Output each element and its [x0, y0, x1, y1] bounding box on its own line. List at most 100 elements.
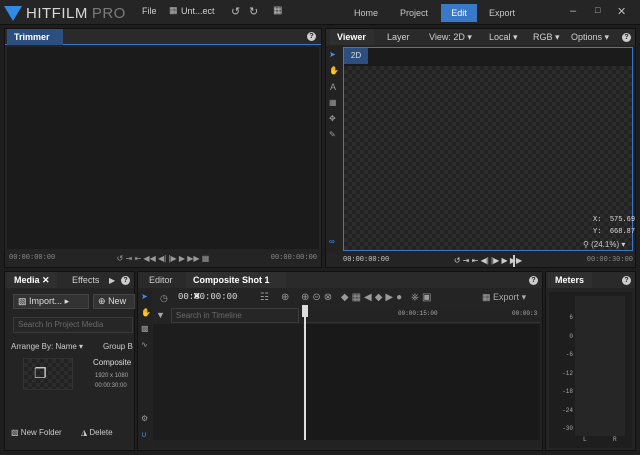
add-icon[interactable]: ⊕	[281, 292, 289, 303]
playhead-marker[interactable]	[513, 255, 515, 267]
tab-home[interactable]: Home	[345, 4, 387, 22]
layer-list[interactable]	[153, 324, 303, 440]
tab-trimmer[interactable]: Trimmer	[7, 29, 63, 45]
magnet-icon[interactable]: ∪	[141, 430, 147, 439]
meters-panel: Meters ? 6 0 -6 -12 -18 -24 -30 L R	[545, 271, 636, 451]
help-icon[interactable]: ?	[622, 276, 631, 285]
export-icon: ▦	[482, 292, 491, 302]
coord-y-readout: Y: 668.87	[593, 228, 635, 236]
new-button[interactable]: ⊕ New	[93, 294, 135, 309]
transport-icons[interactable]: ↺ ⇥ ⇤ ◀◀ ◀| |▶ ▶ ▶▶ ▦	[117, 254, 210, 263]
editor-export-button[interactable]: ▦ Export ▾	[482, 292, 526, 303]
meter-scale-label: -24	[562, 406, 573, 414]
hand-tool-icon[interactable]: ✋	[329, 66, 339, 75]
undo-icon[interactable]: ↺	[231, 5, 240, 18]
hand-tool-icon[interactable]: ✋	[141, 308, 151, 317]
file-menu[interactable]: File	[142, 6, 157, 16]
space-dropdown[interactable]: Local ▾	[482, 29, 525, 45]
close-icon[interactable]: ✕	[42, 275, 50, 285]
zoom-control[interactable]: ⚲ (24.1%) ▾	[583, 240, 625, 249]
tab-viewer[interactable]: Viewer	[330, 29, 374, 45]
new-folder-button[interactable]: ▧ New Folder	[11, 428, 62, 437]
mode-badge[interactable]: 2D	[344, 48, 368, 64]
viewer-frame: 2D X: 575.69 Y: 668.87 ⚲ (24.1%) ▾	[343, 47, 636, 251]
viewer-transport-icons[interactable]: ↺ ⇥ ⇤ ◀| |▶ ▶ ▶▶	[454, 256, 522, 265]
maximize-icon[interactable]: □	[595, 5, 600, 15]
coord-x-value: 575.69	[609, 216, 636, 224]
top-bar: HITFILM PRO File ▦ Unt...ect ↺ ↻ ▦ Home …	[0, 0, 640, 25]
slip-tool-icon[interactable]: ▩	[141, 324, 149, 333]
project-name[interactable]: Unt...ect	[181, 6, 215, 16]
text-tool-icon[interactable]: A	[330, 82, 336, 92]
tab-editor[interactable]: Editor	[142, 272, 180, 288]
brand-edition: PRO	[91, 4, 126, 22]
crop-tool-icon[interactable]: ▦	[329, 98, 337, 107]
channel-dropdown[interactable]: RGB ▾	[526, 29, 567, 45]
help-icon[interactable]: ?	[529, 276, 538, 285]
chevron-down-icon: ▾	[604, 32, 610, 42]
chevron-down-icon: ▾	[555, 32, 560, 42]
arrange-dropdown[interactable]: Arrange By: Name ▾	[11, 342, 83, 351]
view-dropdown[interactable]: View: 2D ▾	[422, 29, 479, 45]
razor-tool-icon[interactable]: ∿	[141, 340, 148, 349]
arrange-label: Arrange By: Name	[11, 342, 77, 351]
media-search-input[interactable]: Search In Project Media	[13, 317, 133, 333]
timeline-scrollbar[interactable]	[153, 440, 540, 448]
timeline-search-row: ▼ Search in Timeline	[156, 307, 304, 323]
tab-edit[interactable]: Edit	[441, 4, 477, 22]
timeline-ruler[interactable]: 00:00:15:00 00:00:3	[304, 307, 540, 323]
pen-tool-icon[interactable]: ✎	[329, 130, 336, 139]
link-icon[interactable]: ∞	[329, 237, 335, 246]
editor-timecode[interactable]: 00:00:00:00	[178, 292, 237, 302]
help-icon[interactable]: ?	[622, 33, 631, 42]
tab-export[interactable]: Export	[482, 4, 522, 22]
tab-effects[interactable]: Effects	[65, 272, 106, 288]
timeline-controls-icons[interactable]: ⊕⊝⊗ ◆▦◀◆▶● ⎈▣	[301, 292, 434, 303]
tab-project[interactable]: Project	[392, 4, 436, 22]
tab-layer[interactable]: Layer	[380, 29, 417, 45]
help-icon[interactable]: ?	[121, 276, 130, 285]
group-dropdown[interactable]: Group B	[103, 342, 133, 351]
new-folder-label: New Folder	[20, 428, 62, 437]
tab-media[interactable]: Media ✕	[7, 272, 57, 288]
save-icon[interactable]: ▦	[169, 5, 178, 16]
app-logo: HITFILM PRO	[4, 4, 126, 22]
redo-icon[interactable]: ↻	[249, 5, 258, 18]
view-dropdown-label: View: 2D	[429, 32, 465, 42]
timeline-search-input[interactable]: Search in Timeline	[170, 307, 299, 323]
filter-icon[interactable]: ▼	[156, 310, 165, 320]
minimize-icon[interactable]: –	[570, 5, 576, 17]
trimmer-header: Trimmer ?	[5, 29, 321, 45]
magnifier-icon: ⚲	[583, 240, 589, 249]
new-layer-icon[interactable]: ☷	[260, 292, 269, 303]
playhead-handle[interactable]	[302, 305, 308, 317]
meters-body: 6 0 -6 -12 -18 -24 -30 L R	[549, 292, 632, 448]
select-tool-icon[interactable]: ➤	[329, 50, 336, 59]
tab-meters[interactable]: Meters	[548, 272, 592, 288]
meter-scale-label: -12	[562, 369, 573, 377]
trimmer-panel: Trimmer ? 00:00:00:00 ↺ ⇥ ⇤ ◀◀ ◀| |▶ ▶ ▶…	[4, 28, 322, 268]
meter-scale-label: -30	[562, 425, 573, 432]
timeline-tracks[interactable]	[304, 324, 540, 440]
trimmer-controls: 00:00:00:00 ↺ ⇥ ⇤ ◀◀ ◀| |▶ ▶ ▶▶ ▦ 00:00:…	[7, 251, 319, 265]
trimmer-tc-start: 00:00:00:00	[9, 254, 56, 262]
tab-scroll-right-icon[interactable]: ▶	[109, 276, 115, 285]
media-header: Media ✕ Effects ▶ ?	[5, 272, 134, 288]
help-icon[interactable]: ?	[307, 32, 316, 41]
tab-media-label: Media	[14, 275, 40, 285]
settings-icon[interactable]: ⚙	[141, 414, 148, 423]
space-dropdown-label: Local	[489, 32, 511, 42]
move-tool-icon[interactable]: ✥	[329, 114, 336, 123]
select-tool-icon[interactable]: ➤	[141, 292, 148, 301]
grid-icon[interactable]: ▦	[273, 5, 282, 16]
media-item-name[interactable]: Composite	[93, 358, 131, 367]
playhead-line[interactable]	[304, 317, 306, 440]
plus-icon: ⊕	[98, 296, 106, 306]
close-icon[interactable]: ✕	[617, 5, 626, 18]
delete-button[interactable]: ◮ Delete	[81, 428, 113, 437]
tab-composite-shot[interactable]: Composite Shot 1 ✕	[186, 272, 286, 301]
composite-thumbnail[interactable]	[23, 358, 73, 390]
viewer-canvas[interactable]	[344, 66, 632, 250]
options-dropdown[interactable]: Options ▾	[564, 29, 616, 45]
import-button[interactable]: ▧ Import... ▸	[13, 294, 89, 309]
